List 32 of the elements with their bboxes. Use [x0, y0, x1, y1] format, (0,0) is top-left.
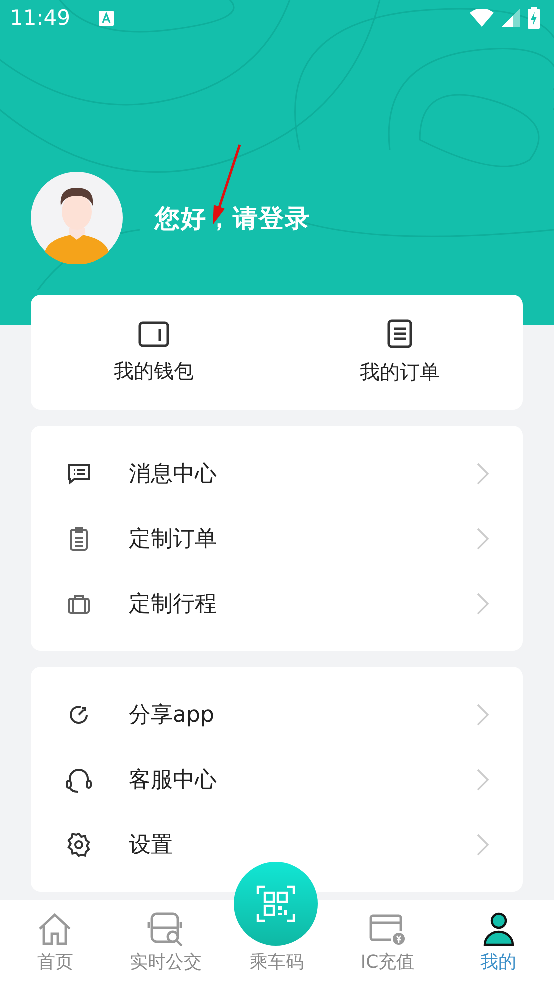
- clipboard-icon: [69, 526, 89, 550]
- chevron-icon: [477, 462, 489, 484]
- document-icon: [387, 319, 413, 349]
- chevron-icon: [477, 834, 489, 856]
- chevron-icon: [477, 768, 489, 790]
- chevron-icon: [477, 704, 489, 726]
- quick-action-button[interactable]: 我的订单: [277, 295, 523, 410]
- card-payment-icon: [368, 914, 407, 946]
- briefcase-icon: [67, 594, 91, 614]
- settings-icon: [66, 832, 92, 858]
- quick-action-button[interactable]: 我的钱包: [31, 295, 277, 410]
- menu-item[interactable]: 客服中心: [129, 764, 477, 794]
- message-icon: [67, 462, 91, 484]
- keyboard-icon: [98, 10, 114, 26]
- wallet-icon: [138, 320, 170, 348]
- wifi-icon: [470, 9, 494, 27]
- chevron-icon: [477, 528, 489, 550]
- tab[interactable]: 我的: [480, 912, 517, 974]
- bus-search-icon: [147, 912, 186, 946]
- qr-code-icon: [256, 885, 296, 923]
- chevron-icon: [477, 592, 489, 614]
- menu-item[interactable]: 设置: [129, 830, 477, 860]
- menu-item[interactable]: 定制订单: [129, 524, 477, 554]
- menu-item[interactable]: 定制行程: [129, 588, 477, 618]
- home-icon: [37, 912, 74, 946]
- menu-item[interactable]: 消息中心: [129, 458, 477, 488]
- person-icon: [482, 912, 516, 946]
- battery-icon: [528, 7, 540, 29]
- status-time: 11:49: [10, 6, 71, 30]
- menu-item[interactable]: 分享app: [129, 700, 477, 730]
- avatar[interactable]: [31, 172, 123, 264]
- signal-icon: [502, 9, 520, 27]
